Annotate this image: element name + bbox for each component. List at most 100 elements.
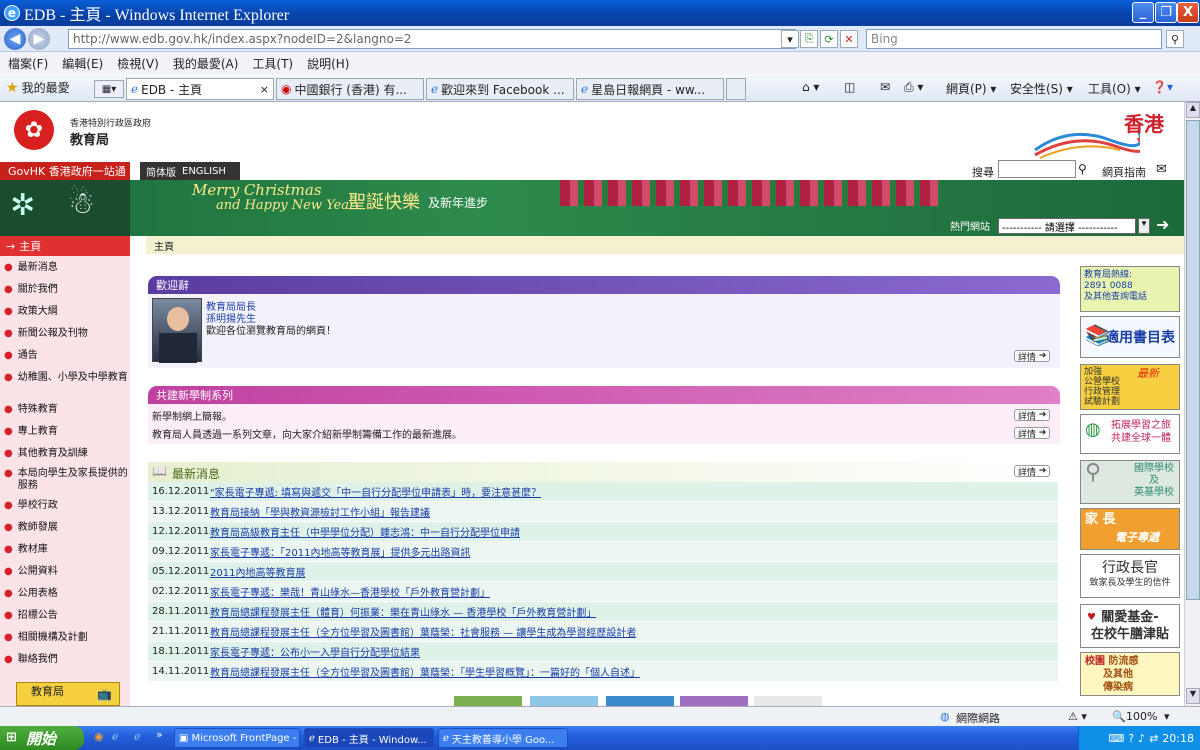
print-icon[interactable]: ⎙ ▾: [904, 80, 923, 95]
nav-item[interactable]: ● 最新消息: [4, 262, 128, 274]
home-icon[interactable]: ⌂ ▾: [802, 80, 819, 94]
breadcrumb-home[interactable]: 主頁: [154, 238, 174, 253]
nss-details-button-2[interactable]: 詳情 ➔: [1014, 427, 1051, 440]
nav-item[interactable]: ● 幼稚園、小學及中學教育: [4, 372, 128, 384]
nav-item[interactable]: ● 公用表格: [4, 588, 128, 600]
parent-edelivery-banner[interactable]: 家 長 電子專遞: [1080, 508, 1180, 550]
promo-thumb[interactable]: [754, 696, 822, 706]
news-row[interactable]: 02.12.2011 家長電子專遞：樂哉！青山綠水—香港學校「戶外教育營計劃」: [148, 582, 1058, 602]
nav-item[interactable]: ● 教師發展: [4, 522, 128, 534]
news-row[interactable]: 13.12.2011 教育局接納「學與教資源檢討工作小組」報告建議: [148, 502, 1058, 522]
news-row[interactable]: 16.12.2011 "家長電子專遞: 填寫與遞交「中一自行分配學位申請表」時，要…: [148, 482, 1058, 502]
promo-thumb[interactable]: [530, 696, 598, 706]
pilot-scheme-banner[interactable]: 加強 公營學校 行政管理 試驗計劃 最新: [1080, 364, 1180, 410]
news-row[interactable]: 09.12.2011 家長電子專遞：「2011內地高等教育展」提供多元出路資訊: [148, 542, 1058, 562]
chief-executive-letters-banner[interactable]: 行政長官 致家長及學生的信件: [1080, 554, 1180, 598]
hotline-banner[interactable]: 教育局熱線: 2891 0088 及其他查詢電話: [1080, 266, 1180, 312]
menu-file[interactable]: 檔案(F): [8, 55, 48, 72]
news-link[interactable]: 2011內地高等教育展: [210, 564, 305, 579]
tab-edb[interactable]: ℯ EDB - 主頁 ×: [126, 78, 274, 100]
nav-item[interactable]: ● 相關機構及計劃: [4, 632, 128, 644]
hot-sites-select[interactable]: ----------- 請選擇 -----------: [998, 218, 1136, 234]
promo-thumb[interactable]: [680, 696, 748, 706]
page-menu[interactable]: 網頁(P) ▾: [946, 80, 996, 97]
promo-thumb[interactable]: [454, 696, 522, 706]
news-row[interactable]: 12.12.2011 教育局高級教育主任（中學學位分配）鍾志鴻：中一自行分配學位申…: [148, 522, 1058, 542]
news-row[interactable]: 28.11.2011 教育局總課程發展主任（體育）何振業：樂在青山綠水 — 香港學…: [148, 602, 1058, 622]
menu-help[interactable]: 說明(H): [307, 55, 349, 72]
welcome-details-button[interactable]: 詳情 ➔: [1014, 350, 1051, 363]
news-row[interactable]: 18.11.2011 家長電子專遞：公布小一入學自行分配學位結果: [148, 642, 1058, 662]
booklist-banner[interactable]: 📚 適用書目表: [1080, 316, 1180, 358]
forward-button[interactable]: ▶: [28, 28, 50, 50]
news-row[interactable]: 21.11.2011 教育局總課程發展主任（全方位學習及圖書館）葉蔭榮：社會服務 …: [148, 622, 1058, 642]
youtube-banner[interactable]: 教育局 📺: [16, 682, 120, 706]
flu-prevention-banner[interactable]: 校園 防流感 及其他 傳染病: [1080, 652, 1180, 696]
nav-item[interactable]: ● 公開資料: [4, 566, 128, 578]
quicklaunch-more-icon[interactable]: »: [156, 728, 163, 741]
nav-item[interactable]: ● 政策大綱: [4, 306, 128, 318]
nav-item[interactable]: ● 新聞公報及刊物: [4, 328, 128, 340]
news-link[interactable]: 教育局總課程發展主任（體育）何振業：樂在青山綠水 — 香港學校「戶外教育營計劃」: [210, 604, 596, 619]
lang-english-link[interactable]: ENGLISH: [182, 166, 226, 177]
nav-item[interactable]: ● 聯絡我們: [4, 654, 128, 666]
international-schools-banner[interactable]: ⚲ 國際學校 及 英基學校: [1080, 460, 1180, 504]
quick-tabs-icon[interactable]: ▦▾: [94, 80, 124, 98]
maximize-button[interactable]: ❐: [1155, 2, 1177, 23]
scroll-thumb[interactable]: [1186, 120, 1200, 600]
network-icon[interactable]: ⇄: [1149, 732, 1158, 745]
lang-simplified-link[interactable]: 简体版: [146, 164, 176, 179]
protected-mode-icon[interactable]: ⚠ ▾: [1068, 710, 1087, 723]
news-row[interactable]: 05.12.2011 2011內地高等教育展: [148, 562, 1058, 582]
news-link[interactable]: 教育局總課程發展主任（全方位學習及圖書館）葉蔭榮：社會服務 — 讓學生成為學習經…: [210, 624, 636, 639]
search-input[interactable]: Bing: [866, 29, 1162, 49]
news-details-button[interactable]: 詳情 ➔: [1014, 465, 1051, 478]
back-button[interactable]: ◀: [4, 28, 26, 50]
stop-icon[interactable]: ✕: [840, 30, 858, 48]
address-input[interactable]: http://www.edb.gov.hk/index.aspx?nodeID=…: [68, 29, 796, 49]
ie-quicklaunch-icon[interactable]: ℯ: [112, 730, 119, 743]
clock[interactable]: 20:18: [1162, 732, 1194, 745]
menu-view[interactable]: 檢視(V): [117, 55, 159, 72]
site-search-input[interactable]: [998, 160, 1076, 178]
task-school[interactable]: ℯ 天主教善導小學 Goo...: [438, 728, 568, 748]
task-frontpage[interactable]: ▣ Microsoft FrontPage - ...: [174, 728, 300, 748]
tab-singtao[interactable]: ℯ 星島日報網頁 - ww...: [576, 78, 724, 100]
site-search-icon[interactable]: ⚲: [1078, 162, 1087, 176]
tab-close-icon[interactable]: ×: [260, 83, 269, 96]
nav-item[interactable]: ● 教材庫: [4, 544, 128, 556]
news-link[interactable]: "家長電子專遞: 填寫與遞交「中一自行分配學位申請表」時，要注意甚麼？: [210, 484, 541, 499]
zoom-level[interactable]: 100%: [1126, 710, 1157, 723]
scroll-down-icon[interactable]: ▼: [1186, 688, 1200, 704]
vertical-scrollbar[interactable]: ▲ ▼: [1184, 102, 1200, 706]
tab-facebook[interactable]: ℯ 歡迎來到 Facebook ...: [426, 78, 574, 100]
close-button[interactable]: X: [1177, 2, 1199, 23]
safety-menu[interactable]: 安全性(S) ▾: [1010, 80, 1073, 97]
promo-thumb[interactable]: [606, 696, 674, 706]
compat-view-icon[interactable]: ⎘: [800, 30, 818, 48]
nav-item[interactable]: ● 專上教育: [4, 426, 128, 438]
minimize-button[interactable]: _: [1132, 2, 1154, 23]
firefox-quicklaunch-icon[interactable]: ◉: [94, 730, 104, 743]
sitemap-link[interactable]: 網頁指南: [1102, 164, 1146, 180]
tools-menu[interactable]: 工具(O) ▾: [1088, 80, 1141, 97]
govhk-link[interactable]: GovHK 香港政府一站通: [0, 162, 130, 180]
nav-item[interactable]: ● 特殊教育: [4, 404, 128, 416]
news-row[interactable]: 14.11.2011 教育局總課程發展主任（全方位學習及圖書館）葉蔭榮：「學生學習…: [148, 662, 1058, 682]
search-icon[interactable]: ⚲: [1166, 30, 1184, 48]
nav-item[interactable]: ● 招標公告: [4, 610, 128, 622]
tab-bochk[interactable]: ◉ 中國銀行 (香港) 有...: [276, 78, 424, 100]
help-tray-icon[interactable]: ?: [1128, 732, 1134, 745]
contact-mail-icon[interactable]: ✉: [1156, 162, 1167, 177]
news-link[interactable]: 家長電子專遞：樂哉！青山綠水—香港學校「戶外教育營計劃」: [210, 584, 490, 599]
task-edb[interactable]: ℯ EDB - 主頁 - Window...: [304, 728, 434, 748]
menu-favorites[interactable]: 我的最愛(A): [173, 55, 239, 72]
help-menu[interactable]: ❓▾: [1152, 80, 1173, 94]
menu-tools[interactable]: 工具(T): [252, 55, 293, 72]
news-link[interactable]: 家長電子專遞：「2011內地高等教育展」提供多元出路資訊: [210, 544, 470, 559]
ime-icon[interactable]: ⌨: [1108, 732, 1124, 745]
nav-home[interactable]: → 主頁: [0, 236, 130, 256]
nav-item[interactable]: ● 其他教育及訓練: [4, 448, 128, 460]
global-learning-banner[interactable]: ◍ 拓展學習之旅 共建全球一體: [1080, 414, 1180, 454]
go-arrow-icon[interactable]: ➜: [1156, 215, 1169, 234]
